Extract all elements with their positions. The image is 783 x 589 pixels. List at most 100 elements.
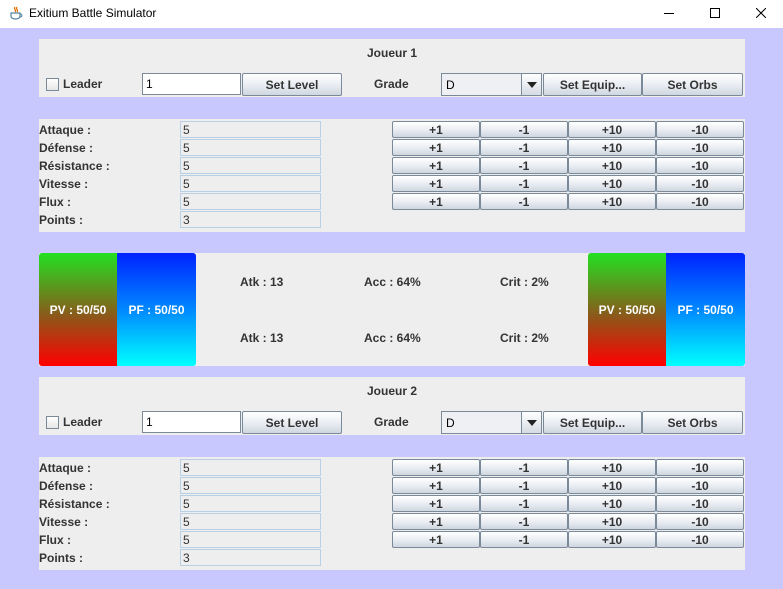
player1-vitesse-plus10-button[interactable]: +10	[568, 175, 656, 192]
player1-stat-label-points: Points :	[39, 213, 83, 227]
player1-vitesse-minus10-button[interactable]: -10	[656, 175, 744, 192]
player2-title: Joueur 2	[366, 384, 417, 398]
player1-stat-value-defense: 5	[180, 139, 321, 156]
player2-atk: Atk : 13	[240, 331, 284, 345]
player1-stat-value-flux: 5	[180, 193, 321, 210]
player1-attaque-minus1-button[interactable]: -1	[480, 121, 568, 138]
player1-attaque-minus10-button[interactable]: -10	[656, 121, 744, 138]
player2-attaque-plus1-button[interactable]: +1	[392, 459, 480, 476]
player1-grade-dropdown[interactable]: D	[441, 73, 542, 96]
close-button[interactable]	[738, 0, 783, 28]
player2-grade-dropdown[interactable]: D	[441, 411, 542, 434]
player1-stat-label-flux: Flux :	[39, 195, 71, 209]
title-bar: Exitium Battle Simulator	[0, 0, 783, 28]
maximize-button[interactable]	[692, 0, 738, 28]
player2-resistance-minus10-button[interactable]: -10	[656, 495, 744, 512]
player1-defense-plus10-button[interactable]: +10	[568, 139, 656, 156]
player2-attaque-minus1-button[interactable]: -1	[480, 459, 568, 476]
player2-stat-label-attaque: Attaque :	[39, 461, 91, 475]
player2-pf-text: PF : 50/50	[677, 302, 734, 317]
player1-stat-label-vitesse: Vitesse :	[39, 177, 89, 191]
player2-flux-plus10-button[interactable]: +10	[568, 531, 656, 548]
player1-stat-value-vitesse: 5	[180, 175, 321, 192]
player1-leader-label: Leader	[63, 77, 103, 91]
player1-grade-value: D	[446, 78, 455, 92]
player2-crit: Crit : 2%	[500, 331, 549, 345]
player2-resistance-plus1-button[interactable]: +1	[392, 495, 480, 512]
player2-vitesse-plus1-button[interactable]: +1	[392, 513, 480, 530]
player2-resistance-minus1-button[interactable]: -1	[480, 495, 568, 512]
player1-attaque-plus10-button[interactable]: +10	[568, 121, 656, 138]
player1-pf-bar: PF : 50/50	[117, 253, 196, 366]
player2-header-panel: Joueur 2 Leader 1 Set Level Grade D Set …	[39, 377, 745, 435]
player1-flux-minus10-button[interactable]: -10	[656, 193, 744, 210]
player1-flux-minus1-button[interactable]: -1	[480, 193, 568, 210]
player1-attaque-plus1-button[interactable]: +1	[392, 121, 480, 138]
player1-header-panel: Joueur 1 Leader 1 Set Level Grade D Set …	[39, 39, 745, 97]
player1-flux-plus1-button[interactable]: +1	[392, 193, 480, 210]
player2-stat-value-attaque: 5	[180, 459, 321, 476]
player2-vitesse-plus10-button[interactable]: +10	[568, 513, 656, 530]
player2-stat-value-defense: 5	[180, 477, 321, 494]
player2-defense-minus1-button[interactable]: -1	[480, 477, 568, 494]
minimize-icon	[664, 7, 674, 21]
minimize-button[interactable]	[646, 0, 692, 28]
battle-panel: PV : 50/50 PF : 50/50 Atk : 13 Acc : 64%…	[39, 253, 745, 366]
player1-defense-minus1-button[interactable]: -1	[480, 139, 568, 156]
player2-defense-plus10-button[interactable]: +10	[568, 477, 656, 494]
player2-vitesse-minus1-button[interactable]: -1	[480, 513, 568, 530]
player1-flux-plus10-button[interactable]: +10	[568, 193, 656, 210]
player1-title: Joueur 1	[366, 46, 417, 60]
player2-grade-value: D	[446, 416, 455, 430]
player2-defense-plus1-button[interactable]: +1	[392, 477, 480, 494]
player2-stat-value-points: 3	[180, 549, 321, 566]
player1-pv-text: PV : 50/50	[49, 302, 107, 317]
player1-grade-label: Grade	[374, 77, 409, 91]
player2-stat-value-vitesse: 5	[180, 513, 321, 530]
player2-stat-label-flux: Flux :	[39, 533, 71, 547]
player2-set-level-button[interactable]: Set Level	[242, 411, 342, 434]
player2-stats-panel: Attaque : 5 Défense : 5 Résistance : 5 V…	[39, 457, 745, 570]
player2-stat-value-flux: 5	[180, 531, 321, 548]
player1-stat-value-points: 3	[180, 211, 321, 228]
player2-level-input[interactable]: 1	[142, 411, 241, 433]
player1-resistance-plus1-button[interactable]: +1	[392, 157, 480, 174]
player2-grade-label: Grade	[374, 415, 409, 429]
player1-set-level-button[interactable]: Set Level	[242, 73, 342, 96]
player1-stats-panel: Attaque : 5 Défense : 5 Résistance : 5 V…	[39, 119, 745, 232]
player1-stat-value-resistance: 5	[180, 157, 321, 174]
dropdown-arrow-icon[interactable]	[521, 412, 541, 433]
player2-set-orbs-button[interactable]: Set Orbs	[642, 411, 743, 434]
player1-resistance-minus10-button[interactable]: -10	[656, 157, 744, 174]
player1-stat-label-resistance: Résistance :	[39, 159, 110, 173]
player2-attaque-plus10-button[interactable]: +10	[568, 459, 656, 476]
player2-resistance-plus10-button[interactable]: +10	[568, 495, 656, 512]
player1-set-orbs-button[interactable]: Set Orbs	[642, 73, 743, 96]
player2-set-equip-button[interactable]: Set Equip...	[543, 411, 642, 434]
dropdown-arrow-icon[interactable]	[521, 74, 541, 95]
player2-vitesse-minus10-button[interactable]: -10	[656, 513, 744, 530]
player1-defense-plus1-button[interactable]: +1	[392, 139, 480, 156]
player1-stat-label-attaque: Attaque :	[39, 123, 91, 137]
player2-stat-label-points: Points :	[39, 551, 83, 565]
player2-defense-minus10-button[interactable]: -10	[656, 477, 744, 494]
player1-resistance-minus1-button[interactable]: -1	[480, 157, 568, 174]
player1-crit: Crit : 2%	[500, 275, 549, 289]
player1-set-equip-button[interactable]: Set Equip...	[543, 73, 642, 96]
player1-resistance-plus10-button[interactable]: +10	[568, 157, 656, 174]
maximize-icon	[710, 7, 720, 21]
player2-attaque-minus10-button[interactable]: -10	[656, 459, 744, 476]
player1-leader-checkbox[interactable]	[46, 78, 59, 91]
window-title: Exitium Battle Simulator	[29, 6, 157, 20]
player2-stat-label-vitesse: Vitesse :	[39, 515, 89, 529]
player1-level-input[interactable]: 1	[142, 73, 241, 95]
player2-leader-checkbox[interactable]	[46, 416, 59, 429]
player1-vitesse-minus1-button[interactable]: -1	[480, 175, 568, 192]
player1-vitesse-plus1-button[interactable]: +1	[392, 175, 480, 192]
player2-flux-minus10-button[interactable]: -10	[656, 531, 744, 548]
player1-defense-minus10-button[interactable]: -10	[656, 139, 744, 156]
player2-flux-minus1-button[interactable]: -1	[480, 531, 568, 548]
player2-leader-label: Leader	[63, 415, 103, 429]
player2-flux-plus1-button[interactable]: +1	[392, 531, 480, 548]
player2-stat-label-defense: Défense :	[39, 479, 94, 493]
